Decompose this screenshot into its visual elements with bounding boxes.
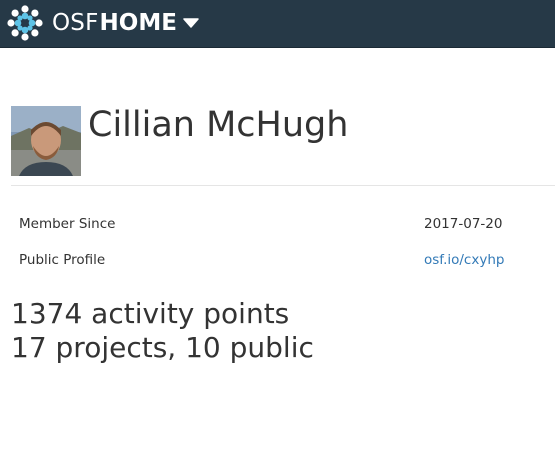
activity-points: 1374 activity points bbox=[11, 297, 290, 330]
brand-osf-text: OSF bbox=[52, 10, 99, 36]
user-stats: 1374 activity points 17 projects, 10 pub… bbox=[11, 297, 314, 365]
profile-header: Cillian McHugh bbox=[11, 105, 555, 186]
projects-count: 17 projects, 10 public bbox=[11, 331, 314, 364]
table-row: Public Profile osf.io/cxyhp bbox=[11, 242, 555, 278]
member-since-value: 2017-07-20 bbox=[424, 216, 503, 232]
profile-name: Cillian McHugh bbox=[88, 105, 349, 145]
public-profile-link[interactable]: osf.io/cxyhp bbox=[424, 252, 504, 268]
member-since-label: Member Since bbox=[19, 216, 116, 232]
profile-info-table: Member Since 2017-07-20 Public Profile o… bbox=[11, 206, 555, 278]
public-profile-label: Public Profile bbox=[19, 252, 106, 268]
osf-logo-icon bbox=[7, 5, 43, 41]
brand-home-text: HOME bbox=[99, 10, 177, 36]
osf-home-brand[interactable]: OSF HOME bbox=[7, 5, 199, 41]
public-profile-cell: osf.io/cxyhp bbox=[416, 242, 555, 278]
table-row: Member Since 2017-07-20 bbox=[11, 206, 555, 242]
top-navbar: OSF HOME bbox=[0, 0, 555, 48]
avatar bbox=[11, 106, 81, 176]
caret-down-icon[interactable] bbox=[183, 17, 199, 29]
